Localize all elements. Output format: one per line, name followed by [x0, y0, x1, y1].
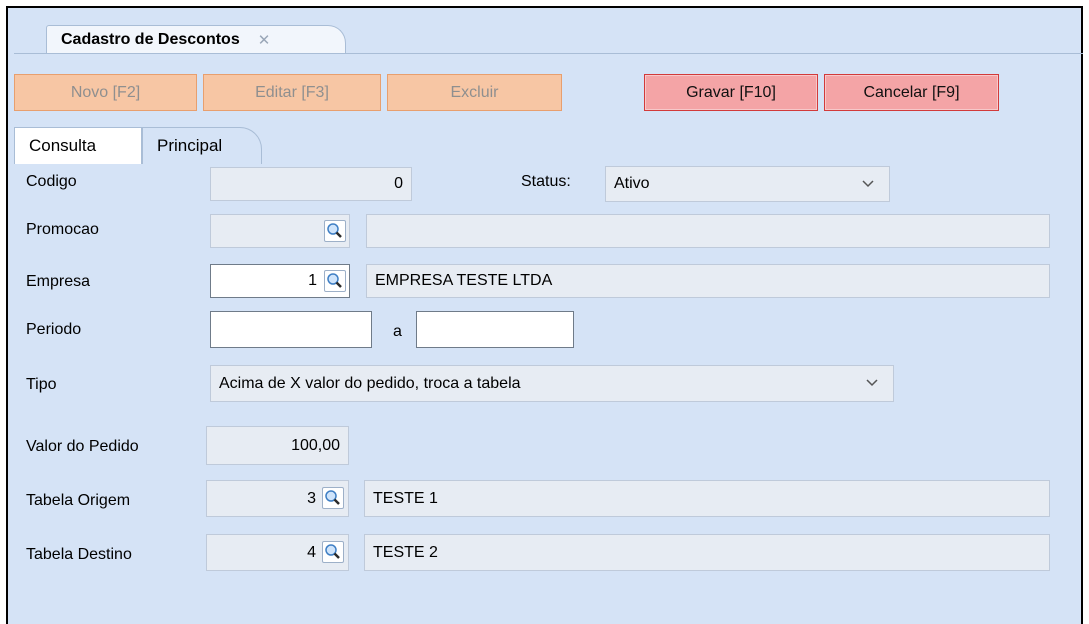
empresa-description-field: EMPRESA TESTE LTDA	[366, 264, 1050, 298]
periodo-end-field[interactable]	[416, 311, 574, 348]
tipo-label: Tipo	[26, 376, 57, 393]
tipo-value: Acima de X valor do pedido, troca a tabe…	[219, 374, 521, 392]
tabela-origem-description-field: TESTE 1	[364, 480, 1050, 517]
search-lookup-icon[interactable]	[324, 220, 346, 242]
tabela-origem-label: Tabela Origem	[26, 492, 131, 509]
document-tab-label: Cadastro de Descontos	[61, 30, 240, 48]
tab-divider	[14, 53, 1083, 54]
search-lookup-icon[interactable]	[322, 487, 344, 509]
status-value: Ativo	[614, 175, 650, 192]
periodo-start-field[interactable]	[210, 311, 372, 348]
excluir-button[interactable]: Excluir	[387, 74, 562, 111]
cadastro-descontos-window: Cadastro de Descontos ✕ Novo [F2] Editar…	[6, 6, 1083, 624]
tab-principal[interactable]: Principal	[142, 127, 262, 164]
tipo-select[interactable]: Acima de X valor do pedido, troca a tabe…	[210, 365, 894, 402]
status-select[interactable]: Ativo	[605, 166, 890, 202]
cancelar-button[interactable]: Cancelar [F9]	[824, 74, 999, 111]
promocao-description-field	[366, 214, 1050, 248]
search-lookup-icon[interactable]	[324, 270, 346, 292]
empresa-label: Empresa	[26, 273, 91, 290]
novo-button[interactable]: Novo [F2]	[14, 74, 197, 111]
gravar-button[interactable]: Gravar [F10]	[644, 74, 818, 111]
close-icon[interactable]: ✕	[258, 31, 271, 49]
codigo-field[interactable]: 0	[210, 167, 412, 201]
codigo-label: Codigo	[26, 173, 77, 190]
tab-consulta[interactable]: Consulta	[14, 127, 142, 164]
tabela-destino-description-field: TESTE 2	[364, 534, 1050, 571]
status-label: Status:	[521, 173, 571, 190]
promocao-label: Promocao	[26, 221, 99, 238]
chevron-down-icon	[865, 375, 879, 394]
periodo-separator: a	[393, 323, 402, 340]
tabela-destino-label: Tabela Destino	[26, 546, 132, 563]
chevron-down-icon	[861, 176, 875, 195]
valor-pedido-field[interactable]: 100,00	[206, 426, 349, 465]
form-tabs: Consulta Principal	[14, 127, 1083, 164]
valor-pedido-label: Valor do Pedido	[26, 438, 139, 455]
search-lookup-icon[interactable]	[322, 541, 344, 563]
editar-button[interactable]: Editar [F3]	[203, 74, 381, 111]
promocao-code-field[interactable]	[210, 214, 350, 248]
document-tab-cadastro-descontos[interactable]: Cadastro de Descontos ✕	[46, 25, 346, 53]
periodo-label: Periodo	[26, 321, 82, 338]
